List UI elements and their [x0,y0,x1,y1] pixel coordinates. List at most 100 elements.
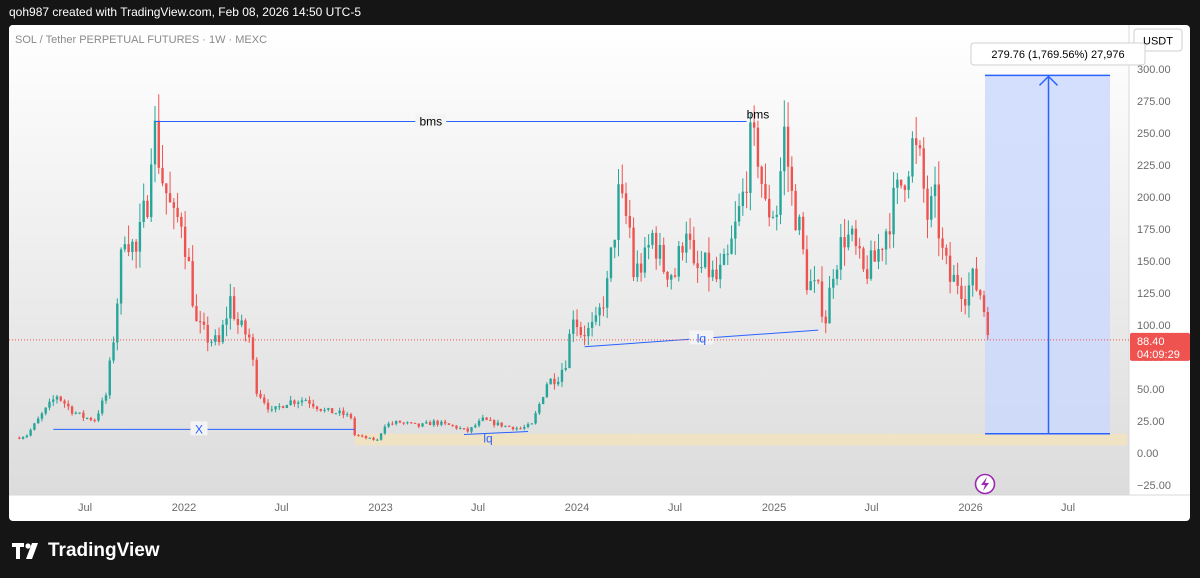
candle-body [737,206,741,222]
last-price-value: 88.40 [1137,336,1165,348]
candle-body [922,148,925,189]
candle-body [907,176,910,190]
measure-range-box[interactable] [985,75,1110,434]
candle-body [244,320,247,335]
price-tick-label: −25.00 [1137,480,1171,492]
candle-body [327,408,330,410]
candle-body [345,414,349,416]
price-chart[interactable]: SOL / Tether PERPETUAL FUTURES · 1W · ME… [9,25,1190,521]
candle-body [636,263,639,278]
candle-body [240,320,243,326]
candle-body [632,227,635,278]
candle-body [191,261,194,306]
candle-body [519,428,522,430]
candle-body [402,422,405,424]
candle-body [945,247,948,256]
candle-body [229,296,232,319]
candle-body [764,183,767,199]
candle-body [353,418,356,436]
candle-body [598,307,601,316]
bms-label: bms [419,114,442,128]
candle-body [508,425,511,427]
candle-body [967,285,971,306]
time-tick-label: 2023 [368,502,392,514]
candle-body [866,269,869,279]
time-tick-label: Jul [471,502,485,514]
candle-body [948,255,952,282]
candle-body [956,274,959,286]
candle-body [308,400,311,404]
x-label: X [195,422,203,436]
candle-body [63,400,66,404]
time-tick-label: Jul [668,502,682,514]
candle-body [515,428,518,430]
candle-body [892,187,895,235]
candle-body [304,400,307,402]
candle-body [379,433,383,440]
time-axis: Jul 2022 Jul 2023 Jul 2024 Jul 2025 Jul 2026 Jul [78,502,1075,514]
demand-zone[interactable] [354,433,1127,446]
candle-body [869,250,873,279]
candle-body [779,171,782,215]
candle-body [146,200,149,218]
candle-body [176,207,179,217]
candle-body [703,252,707,268]
candle-body [232,296,236,319]
candle-body [813,280,816,282]
candle-body [85,417,89,419]
candle-body [142,200,145,223]
candle-body [500,422,503,427]
candle-body [587,327,590,337]
candle-body [564,368,567,370]
candle-body [278,406,281,408]
candle-body [937,184,940,239]
chart-frame[interactable]: SOL / Tether PERPETUAL FUTURES · 1W · ME… [9,25,1190,521]
candle-body [794,190,797,231]
candle-body [466,428,469,432]
event-flash-icon[interactable] [974,473,996,495]
candle-body [33,423,36,430]
candle-body [854,228,858,247]
price-tick-label: 50.00 [1137,384,1165,396]
candle-body [692,239,696,264]
candle-body [673,275,677,277]
candle-body [274,406,277,410]
candle-body [783,126,786,172]
candle-body [263,397,266,403]
candle-body [180,216,183,227]
candle-body [832,278,835,288]
price-tick-label: 200.00 [1137,192,1171,204]
candle-body [511,426,515,430]
candle-body [70,406,74,414]
candle-body [459,428,462,430]
candle-body [926,188,929,220]
price-tick-label: 175.00 [1137,224,1171,236]
candle-body [104,395,108,401]
attribution-text: qoh987 created with TradingView.com, Feb… [9,5,361,19]
candle-body [553,378,556,385]
bms-label-2025: bms [747,107,770,121]
candle-body [881,248,884,250]
candle-body [214,335,217,342]
candle-body [293,400,296,404]
candle-body [930,196,933,220]
candle-body [545,384,549,398]
candle-body [236,318,240,326]
candle-body [428,422,432,426]
candle-body [602,307,605,309]
candle-body [52,399,55,402]
candle-body [820,281,824,317]
candle-body [123,244,127,250]
candle-body [760,166,763,184]
time-tick-label: Jul [274,502,288,514]
candle-body [768,198,771,218]
plot-background [9,25,1129,495]
candle-body [361,435,364,437]
tradingview-logo[interactable]: TradingView [12,540,160,562]
candle-body [590,321,594,328]
candle-body [357,435,360,437]
candle-body [579,327,583,335]
candle-body [775,214,778,217]
candle-body [700,267,703,269]
candle-body [55,396,59,400]
